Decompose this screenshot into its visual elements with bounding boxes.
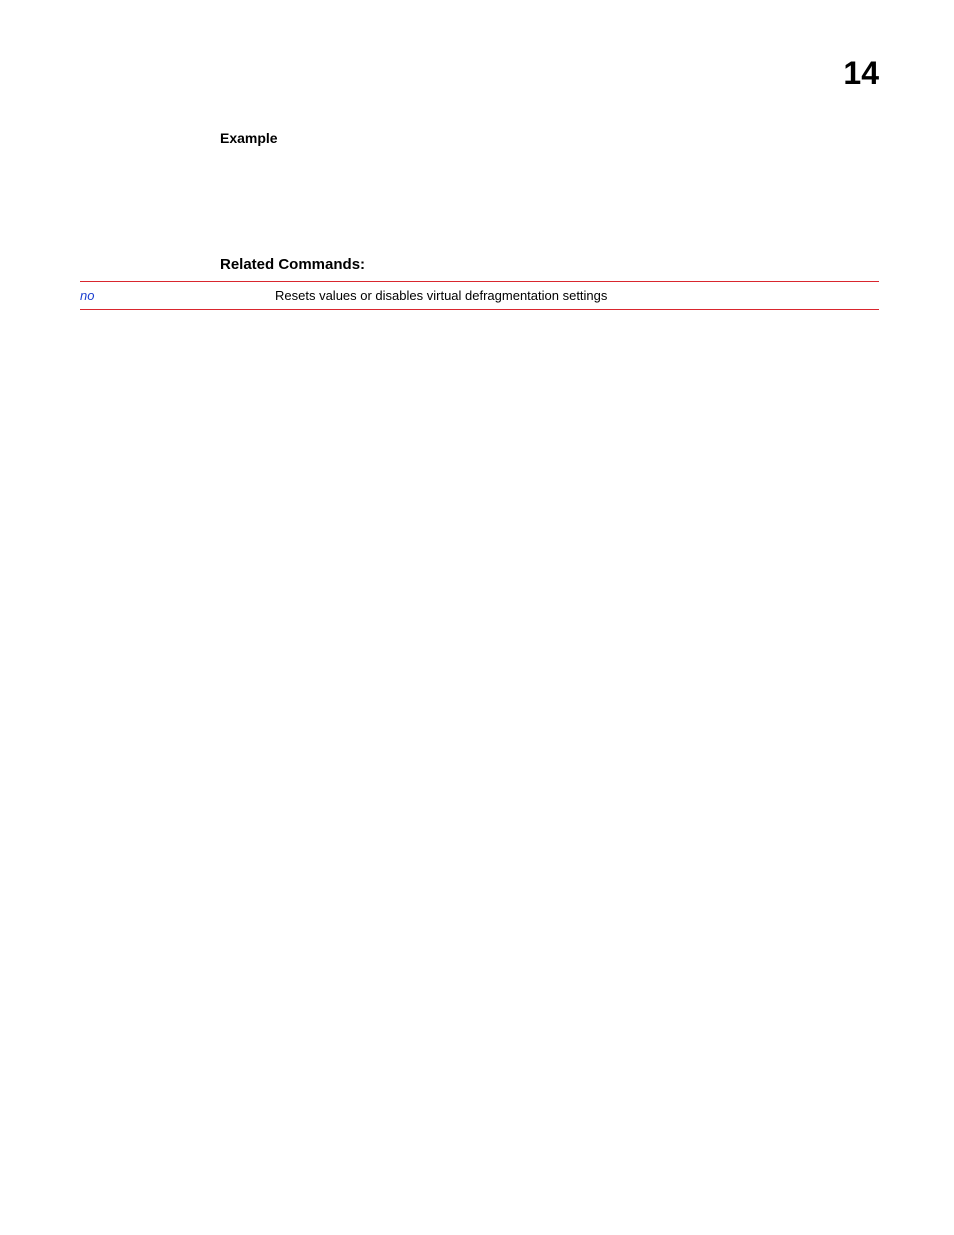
related-commands-heading: Related Commands: xyxy=(220,256,879,273)
page-content: Example Related Commands: no Resets valu… xyxy=(80,130,879,310)
command-description: Resets values or disables virtual defrag… xyxy=(275,282,879,310)
command-name-link[interactable]: no xyxy=(80,282,275,310)
example-heading: Example xyxy=(220,130,879,146)
table-row: no Resets values or disables virtual def… xyxy=(80,282,879,310)
related-commands-table: no Resets values or disables virtual def… xyxy=(80,281,879,310)
page-number: 14 xyxy=(843,55,879,92)
